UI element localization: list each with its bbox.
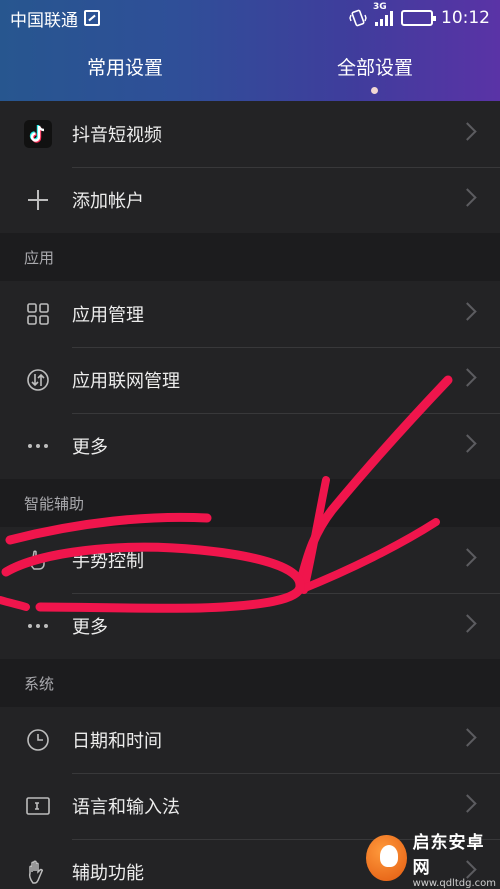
more-icon bbox=[24, 612, 52, 640]
carrier-name: 中国联通 bbox=[10, 10, 78, 31]
list-item-label: 辅助功能 bbox=[72, 863, 144, 884]
settings-list: 抖音短视频 添加帐户 应用 应用管理 应用联网管理 更多 智能辅助 手势控制 更… bbox=[0, 101, 500, 889]
signal-icon: 3G bbox=[373, 2, 393, 26]
tab-all-settings[interactable]: 全部设置 bbox=[250, 50, 500, 94]
clock-time: 10:12 bbox=[441, 8, 490, 28]
vibrate-icon bbox=[349, 9, 367, 27]
network-icon bbox=[24, 366, 52, 394]
keyboard-icon bbox=[24, 792, 52, 820]
list-item-label: 更多 bbox=[72, 437, 108, 458]
chevron-right-icon bbox=[458, 728, 477, 747]
clock-icon bbox=[24, 726, 52, 754]
grid-icon bbox=[24, 300, 52, 328]
chevron-right-icon bbox=[458, 368, 477, 387]
tab-common-settings[interactable]: 常用设置 bbox=[0, 50, 250, 90]
tiktok-icon bbox=[24, 120, 52, 148]
list-item-label: 更多 bbox=[72, 617, 108, 638]
list-item-gesture-control[interactable]: 手势控制 bbox=[0, 527, 500, 593]
network-type: 3G bbox=[373, 2, 387, 12]
chevron-right-icon bbox=[458, 548, 477, 567]
list-item-label: 应用管理 bbox=[72, 305, 144, 326]
list-item-label: 抖音短视频 bbox=[72, 125, 162, 146]
watermark-title: 启东安卓网 bbox=[412, 832, 485, 878]
list-item-label: 手势控制 bbox=[72, 551, 144, 572]
list-item-app-network[interactable]: 应用联网管理 bbox=[0, 347, 500, 413]
status-bar: 中国联通 3G 10:12 bbox=[0, 0, 500, 36]
list-item-assist-more[interactable]: 更多 bbox=[0, 593, 500, 659]
list-item-add-account[interactable]: 添加帐户 bbox=[0, 167, 500, 233]
chevron-right-icon bbox=[458, 434, 477, 453]
settings-tabs: 常用设置 全部设置 bbox=[0, 50, 500, 94]
chevron-right-icon bbox=[458, 122, 477, 141]
more-icon bbox=[24, 432, 52, 460]
section-title-apps: 应用 bbox=[0, 233, 500, 281]
watermark-url: www.qdltdg.com bbox=[412, 877, 496, 889]
list-item-date-time[interactable]: 日期和时间 bbox=[0, 707, 500, 773]
list-item-douyin[interactable]: 抖音短视频 bbox=[0, 101, 500, 167]
settings-header: 中国联通 3G 10:12 常用设置 全部设置 bbox=[0, 0, 500, 101]
list-item-app-management[interactable]: 应用管理 bbox=[0, 281, 500, 347]
list-item-label: 应用联网管理 bbox=[72, 371, 180, 392]
watermark: 启东安卓网 www.qdltdg.com bbox=[366, 827, 496, 889]
gesture-hand-icon bbox=[24, 546, 52, 574]
section-title-smart-assist: 智能辅助 bbox=[0, 479, 500, 527]
watermark-logo-icon bbox=[366, 835, 407, 881]
hand-icon bbox=[24, 858, 52, 886]
sim-icon bbox=[84, 10, 100, 26]
list-item-label: 语言和输入法 bbox=[72, 797, 180, 818]
list-item-label: 日期和时间 bbox=[72, 731, 162, 752]
chevron-right-icon bbox=[458, 794, 477, 813]
battery-icon bbox=[401, 10, 436, 26]
plus-icon bbox=[24, 186, 52, 214]
section-title-system: 系统 bbox=[0, 659, 500, 707]
list-item-label: 添加帐户 bbox=[72, 191, 144, 212]
chevron-right-icon bbox=[458, 302, 477, 321]
chevron-right-icon bbox=[458, 188, 477, 207]
list-item-apps-more[interactable]: 更多 bbox=[0, 413, 500, 479]
chevron-right-icon bbox=[458, 614, 477, 633]
